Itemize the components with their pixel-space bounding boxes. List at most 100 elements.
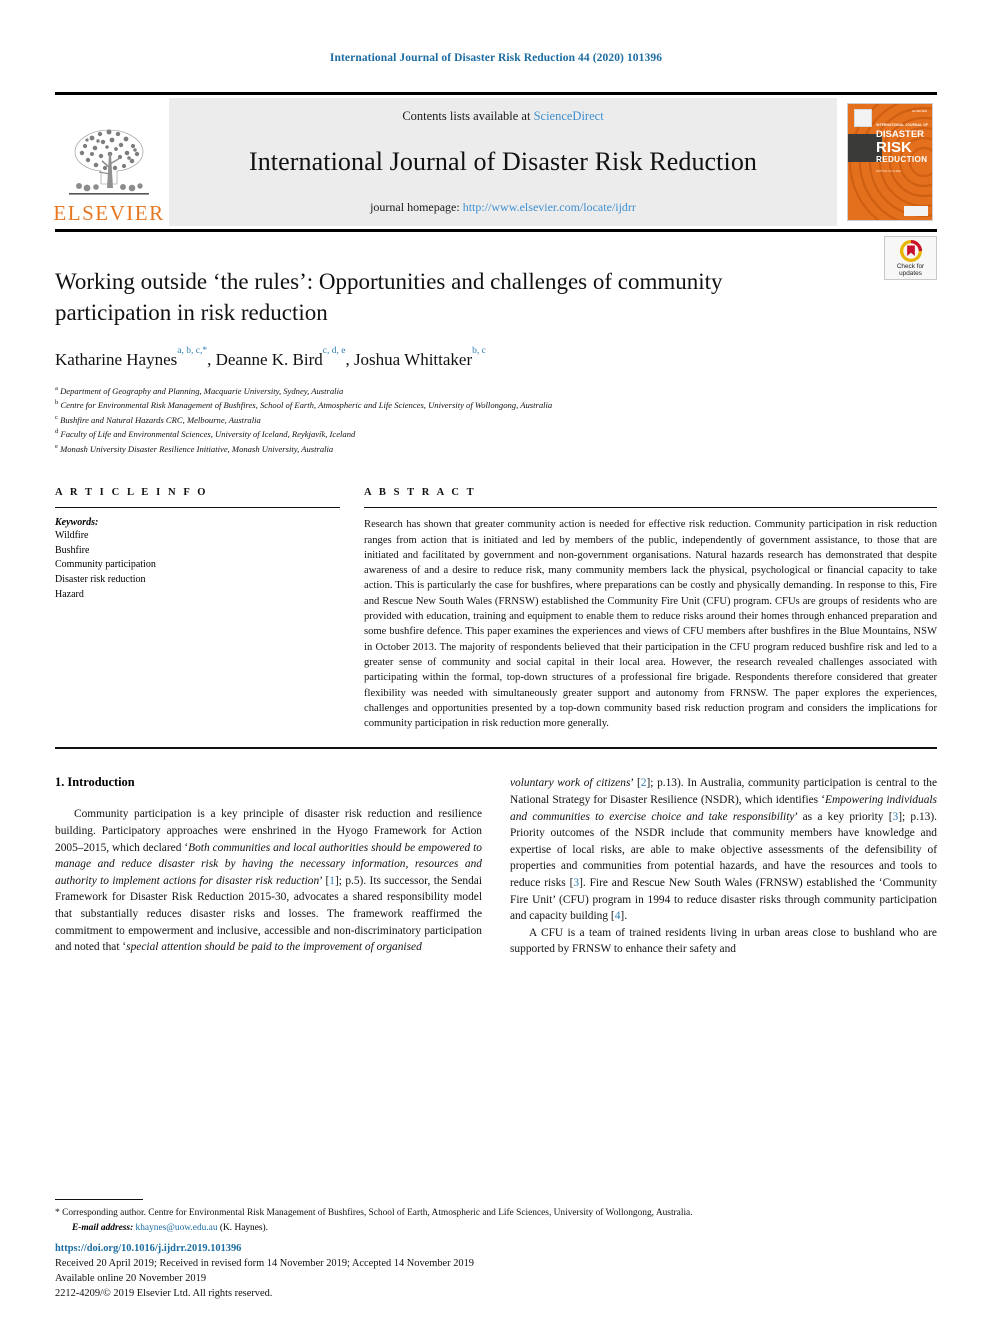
publication-history: Received 20 April 2019; Received in revi… [55, 1258, 474, 1269]
corresponding-author-marker: * [202, 346, 208, 357]
title-block: Check for updates Working outside ‘the r… [55, 236, 937, 455]
abstract-divider [364, 507, 937, 509]
contents-available-line: Contents lists available at ScienceDirec… [402, 109, 603, 124]
author-name: Joshua Whittaker [353, 350, 473, 369]
elsevier-tree-icon [69, 129, 149, 195]
homepage-prefix: journal homepage: [370, 200, 460, 214]
author-entry: Deanne K. Birdc, d, e [215, 346, 346, 369]
article-info-divider [55, 507, 340, 509]
keyword-item: Wildfire [55, 530, 89, 542]
page-title: Working outside ‘the rules’: Opportuniti… [55, 269, 723, 325]
contents-prefix: Contents lists available at [402, 109, 531, 123]
affiliation-mark: e [55, 442, 58, 450]
paragraph: A CFU is a team of trained residents liv… [510, 926, 937, 956]
email-link[interactable]: khaynes@uow.edu.au [136, 1223, 218, 1233]
corresponding-author-note: * Corresponding author. Centre for Envir… [55, 1206, 937, 1220]
affiliation-mark: a [55, 385, 58, 392]
keyword-item: Community participation [55, 559, 156, 571]
author-affil-marks: b, c [472, 346, 486, 357]
body-column-left: 1. Introduction Community participation … [55, 775, 482, 958]
cover-issn-label: ELSEVIER [912, 109, 927, 113]
affiliation-item: c Bushfire and Natural Hazards CRC, Melb… [55, 412, 937, 426]
email-owner: (K. Haynes). [219, 1223, 269, 1233]
author-separator: , [345, 350, 354, 369]
author-name: Deanne K. Bird [215, 350, 323, 369]
article-info-heading: A R T I C L E I N F O [55, 487, 209, 499]
journal-title: International Journal of Disaster Risk R… [248, 147, 758, 176]
crossmark-line-2: updates [899, 270, 922, 278]
author-separator: , [207, 350, 216, 369]
cover-elsevier-badge [854, 109, 872, 127]
sciencedirect-link[interactable]: ScienceDirect [534, 109, 604, 123]
masthead-center-panel: Contents lists available at ScienceDirec… [169, 98, 837, 226]
affiliation-item: a Department of Geography and Planning, … [55, 383, 937, 397]
affiliation-text: Centre for Environmental Risk Management… [60, 400, 553, 411]
abstract-text: Research has shown that greater communit… [364, 519, 937, 730]
affiliation-item: b Centre for Environmental Risk Manageme… [55, 397, 937, 411]
copyright-line: 2212-4209/© 2019 Elsevier Ltd. All right… [55, 1288, 273, 1299]
paragraph-text: ]. [620, 910, 628, 923]
cover-elsevier-footer-badge [904, 206, 928, 216]
email-note: E-mail address: khaynes@uow.edu.au (K. H… [55, 1221, 937, 1235]
footnote-divider [55, 1199, 143, 1200]
abstract-heading: A B S T R A C T [364, 487, 477, 499]
article-body: 1. Introduction Community participation … [55, 775, 937, 958]
elsevier-logo: ELSEVIER [53, 98, 165, 226]
affiliation-text: Faculty of Life and Environmental Scienc… [60, 429, 356, 440]
doi-link[interactable]: https://doi.org/10.1016/j.ijdrr.2019.101… [55, 1241, 474, 1256]
crossmark-label: Check for updates [897, 263, 924, 278]
affiliation-list: a Department of Geography and Planning, … [55, 383, 937, 455]
section-heading-introduction: 1. Introduction [55, 775, 135, 790]
article-page: International Journal of Disaster Risk R… [0, 0, 992, 1323]
imprint-block: https://doi.org/10.1016/j.ijdrr.2019.101… [55, 1241, 474, 1301]
footnote-block: * Corresponding author. Centre for Envir… [55, 1199, 937, 1235]
corresponding-author-star: * [55, 1208, 60, 1218]
paragraph: voluntary work of citizens’ [2]; p.13). … [510, 775, 937, 924]
journal-cover-art: ELSEVIER INTERNATIONAL JOURNAL OF DISAST… [847, 103, 933, 221]
quoted-italic-text: special attention should be paid to the … [126, 941, 422, 954]
abstract-column: A B S T R A C T Research has shown that … [364, 487, 937, 731]
crossmark-line-1: Check for [896, 263, 925, 270]
email-label: E-mail address: [72, 1223, 134, 1233]
crossmark-check-for-updates-badge[interactable]: Check for updates [884, 236, 937, 280]
author-entry: Joshua Whittakerb, c [353, 346, 486, 369]
cover-pre-title: INTERNATIONAL JOURNAL OF [876, 123, 929, 127]
affiliation-text: Monash University Disaster Resilience In… [60, 443, 334, 454]
author-list: Katharine Haynesa, b, c,*, Deanne K. Bir… [55, 346, 937, 370]
author-name: Katharine Haynes [55, 350, 178, 369]
elsevier-wordmark: ELSEVIER [53, 201, 165, 225]
journal-masthead: ELSEVIER Contents lists available at Sci… [53, 92, 937, 232]
article-info-column: A R T I C L E I N F O Keywords: Wildfire… [55, 487, 340, 731]
cover-title-reduction: REDUCTION [876, 155, 928, 164]
affiliation-item: d Faculty of Life and Environmental Scie… [55, 426, 937, 440]
paragraph-text: ’ as a key priority [ [794, 810, 893, 823]
running-head: International Journal of Disaster Risk R… [329, 52, 663, 64]
author-entry: Katharine Haynesa, b, c,* [55, 346, 207, 369]
cover-subtitle: EDITOR-IN-CHIEF [876, 169, 902, 173]
keyword-item: Hazard [55, 588, 84, 600]
keyword-item: Bushfire [55, 544, 90, 556]
author-affil-marks: a, b, c, [177, 346, 203, 357]
corresponding-author-text: Corresponding author. Centre for Environ… [62, 1208, 693, 1218]
body-column-right: voluntary work of citizens’ [2]; p.13). … [510, 775, 937, 958]
keywords-label: Keywords: [55, 517, 99, 529]
quoted-italic-text: voluntary work of citizens [510, 777, 631, 790]
paragraph: Community participation is a key princip… [55, 806, 482, 955]
affiliation-item: e Monash University Disaster Resilience … [55, 441, 937, 455]
cover-title-risk: RISK [876, 139, 912, 156]
affiliation-mark: c [55, 413, 58, 421]
crossmark-logo-icon [899, 240, 922, 262]
author-affil-marks: c, d, e [322, 346, 346, 357]
affiliation-text: Department of Geography and Planning, Ma… [60, 385, 344, 396]
abstract-bottom-divider [55, 747, 937, 750]
paragraph-text: ’ [ [630, 777, 641, 790]
journal-homepage-link[interactable]: http://www.elsevier.com/locate/ijdrr [463, 200, 636, 214]
article-info-and-abstract: A R T I C L E I N F O Keywords: Wildfire… [55, 487, 937, 731]
journal-cover-thumbnail: ELSEVIER INTERNATIONAL JOURNAL OF DISAST… [843, 98, 937, 226]
available-online: Available online 20 November 2019 [55, 1273, 207, 1284]
affiliation-mark: d [55, 428, 59, 436]
affiliation-mark: b [55, 399, 59, 407]
journal-homepage-line: journal homepage: http://www.elsevier.co… [370, 200, 636, 215]
keyword-item: Disaster risk reduction [55, 574, 146, 586]
paragraph-text: ’ [ [319, 874, 330, 887]
